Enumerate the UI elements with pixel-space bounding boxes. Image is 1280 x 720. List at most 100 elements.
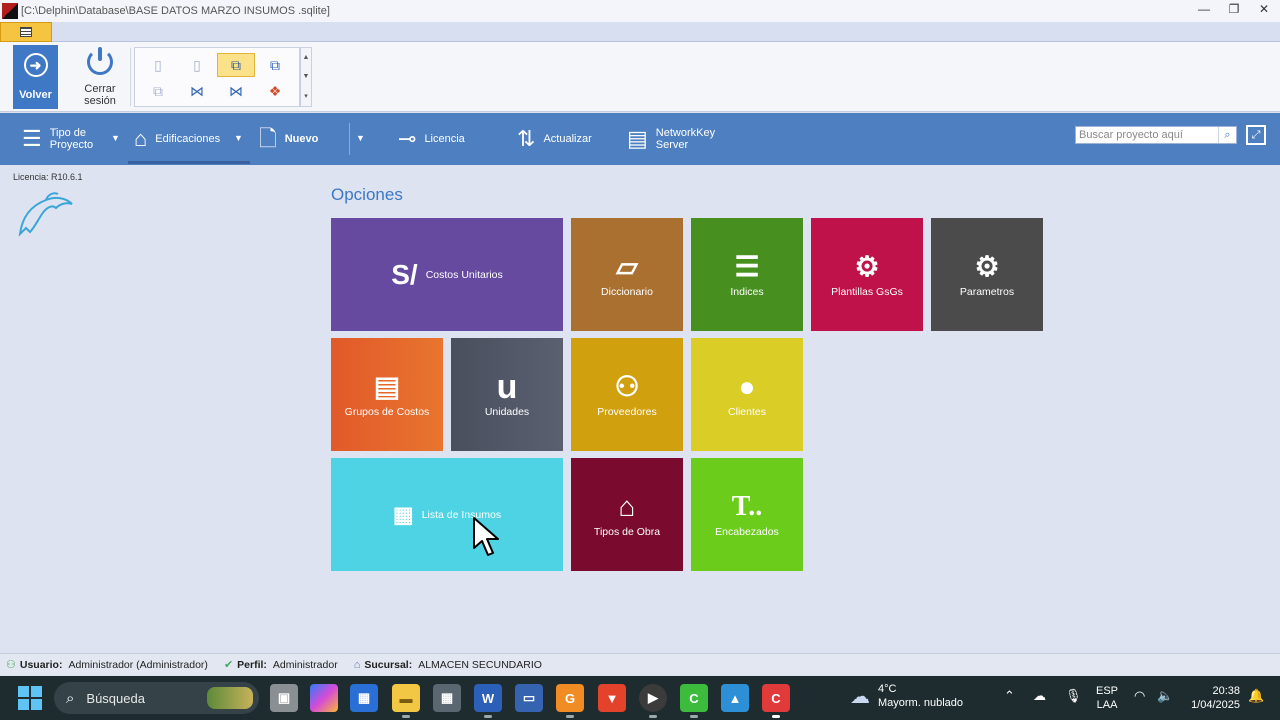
costos-unitarios-tile[interactable]: S/ Costos Unitarios bbox=[331, 218, 563, 331]
clock[interactable]: 20:38 1/04/2025 bbox=[1180, 684, 1240, 712]
tipos-obra-tile[interactable]: ⌂ Tipos de Obra bbox=[571, 458, 683, 571]
file-explorer-icon[interactable]: ▬ bbox=[392, 684, 420, 718]
expand-gallery-icon[interactable]: ▾ bbox=[304, 92, 308, 100]
document-icon: ☰ bbox=[734, 250, 760, 282]
cerrar-sesion-label: Cerrar sesión bbox=[84, 83, 116, 107]
keyboard-layout: LAA bbox=[1096, 699, 1118, 711]
diccionario-label: Diccionario bbox=[601, 285, 653, 298]
parametros-tile[interactable]: ⚙ Parametros bbox=[931, 218, 1043, 331]
media-player-icon[interactable]: ▶ bbox=[639, 684, 667, 718]
actualizar-button[interactable]: ⇅ Actualizar bbox=[517, 113, 592, 165]
visual-studio-style-icon[interactable]: ⋈ bbox=[217, 79, 255, 103]
chevron-up-icon[interactable]: ⌃ bbox=[1004, 688, 1015, 704]
indices-label: Indices bbox=[730, 285, 764, 298]
licencia-label: Licencia bbox=[424, 133, 465, 145]
weather-widget[interactable]: ☁ 4°C Mayorm. nublado bbox=[850, 682, 963, 710]
volver-button[interactable]: ➜ Volver bbox=[13, 45, 58, 109]
edificaciones-button[interactable]: ⌂ Edificaciones bbox=[134, 113, 220, 165]
scroll-up-icon[interactable]: ▲ bbox=[303, 54, 310, 61]
application-menu-button[interactable] bbox=[0, 22, 52, 42]
copilot-icon[interactable] bbox=[310, 684, 338, 712]
diccionario-tile[interactable]: ▱ Diccionario bbox=[571, 218, 683, 331]
clientes-tile[interactable]: ● Clientes bbox=[691, 338, 803, 451]
microphone-icon[interactable]: 🎙 bbox=[1065, 688, 1082, 704]
weather-temp: 4°C bbox=[878, 683, 897, 695]
expand-icon[interactable]: ⤢ bbox=[1246, 125, 1266, 145]
close-button[interactable]: ✕ bbox=[1256, 2, 1272, 16]
project-search-input[interactable] bbox=[1076, 127, 1218, 143]
key-icon: ⊸ bbox=[398, 126, 417, 151]
visual-studio-style-icon[interactable]: ⋈ bbox=[178, 79, 216, 103]
notification-bell-icon[interactable]: 🔔 bbox=[1248, 688, 1264, 704]
clock-date: 1/04/2025 bbox=[1191, 699, 1240, 711]
tipo-proyecto-button[interactable]: ☰ Tipo de Proyecto bbox=[22, 113, 93, 165]
main-toolbar: ☰ Tipo de Proyecto ▼ ⌂ Edificaciones ▼ 🗋… bbox=[0, 113, 1280, 165]
profile-check-icon: ✔ bbox=[223, 659, 234, 671]
office-style-icon[interactable]: ▯ bbox=[178, 53, 216, 77]
licencia-button[interactable]: ⊸ Licencia bbox=[398, 113, 465, 165]
template-settings-icon: ⚙ bbox=[854, 250, 880, 282]
style-icon[interactable]: ⧉ bbox=[139, 79, 177, 103]
perfil-key: Perfil: bbox=[237, 658, 267, 671]
clock-time: 20:38 bbox=[1212, 685, 1240, 697]
grupos-costos-tile[interactable]: ▤ Grupos de Costos bbox=[331, 338, 443, 451]
cerrar-sesion-button[interactable]: Cerrar sesión bbox=[72, 45, 128, 109]
scroll-down-icon[interactable]: ▼ bbox=[303, 73, 310, 80]
nuevo-dropdown[interactable]: ▼ bbox=[356, 133, 365, 143]
office-style-icon[interactable]: ▯ bbox=[139, 53, 177, 77]
gear-icon: ⚙ bbox=[974, 250, 1000, 282]
taskbar-search-placeholder: Búsqueda bbox=[86, 690, 145, 706]
indices-tile[interactable]: ☰ Indices bbox=[691, 218, 803, 331]
store-icon[interactable]: ▦ bbox=[350, 684, 378, 712]
minimize-button[interactable]: — bbox=[1196, 2, 1212, 16]
plantillas-tile[interactable]: ⚙ Plantillas GsGs bbox=[811, 218, 923, 331]
restore-button[interactable]: ❐ bbox=[1226, 2, 1242, 16]
clientes-label: Clientes bbox=[728, 405, 766, 418]
task-view-icon[interactable]: ▣ bbox=[270, 684, 298, 712]
networkkey-button[interactable]: ▤ NetworkKey Server bbox=[627, 113, 715, 165]
sucursal-status: ⌂ Sucursal: ALMACEN SECUNDARIO bbox=[354, 659, 542, 671]
quick-access-bar bbox=[0, 22, 1280, 42]
word-icon[interactable]: W bbox=[474, 684, 502, 718]
onedrive-icon[interactable]: ☁ bbox=[1033, 688, 1046, 704]
language-indicator[interactable]: ESP LAA bbox=[1096, 684, 1118, 712]
active-indicator bbox=[128, 161, 250, 164]
encabezados-label: Encabezados bbox=[715, 525, 779, 538]
windows-start-icon[interactable] bbox=[18, 686, 42, 710]
delphin-app-icon[interactable]: C bbox=[762, 684, 790, 718]
search-icon[interactable]: ⌕ bbox=[1218, 127, 1236, 143]
selected-style-icon[interactable]: ⧉ bbox=[217, 53, 255, 77]
soles-icon: S/ bbox=[391, 258, 418, 290]
edificaciones-dropdown[interactable]: ▼ bbox=[234, 133, 243, 143]
app-icon[interactable]: ▲ bbox=[721, 684, 749, 712]
building-icon: ⌂ bbox=[134, 126, 148, 151]
app-icon[interactable]: C bbox=[680, 684, 708, 718]
unidades-tile[interactable]: u Unidades bbox=[451, 338, 563, 451]
ribbon: ➜ Volver Cerrar sesión ▯ ▯ ⧉ ⧉ ⧉ ⋈ ⋈ ❖ ▲… bbox=[0, 42, 1280, 112]
style-icon[interactable]: ⧉ bbox=[256, 53, 294, 77]
brave-icon[interactable]: ▼ bbox=[598, 684, 626, 712]
volume-icon[interactable]: 🔈 bbox=[1157, 688, 1173, 704]
taskbar-search[interactable]: ⌕ Búsqueda bbox=[54, 682, 259, 714]
proveedores-label: Proveedores bbox=[597, 405, 657, 418]
lista-insumos-tile[interactable]: ▦ Lista de Insumos bbox=[331, 458, 563, 571]
calculator-icon[interactable]: ▦ bbox=[433, 684, 461, 712]
app-icon[interactable]: ▭ bbox=[515, 684, 543, 712]
proveedores-tile[interactable]: ⚇ Proveedores bbox=[571, 338, 683, 451]
mouse-pointer-icon bbox=[473, 517, 499, 556]
gallery-scroll[interactable]: ▲ ▼ ▾ bbox=[300, 47, 312, 107]
unit-icon: u bbox=[496, 367, 518, 406]
nuevo-label: Nuevo bbox=[284, 133, 319, 145]
wifi-icon[interactable]: ◠ bbox=[1134, 688, 1145, 704]
usuario-value: Administrador (Administrador) bbox=[68, 658, 208, 671]
usuario-status: ⚇ Usuario: Administrador (Administrador) bbox=[6, 658, 208, 672]
encabezados-tile[interactable]: T.. Encabezados bbox=[691, 458, 803, 571]
menu-icon bbox=[20, 27, 32, 37]
app-icon[interactable]: G bbox=[556, 684, 584, 718]
nuevo-button[interactable]: 🗋 Nuevo bbox=[259, 113, 318, 165]
tipo-proyecto-dropdown[interactable]: ▼ bbox=[111, 133, 120, 143]
windows-taskbar: ⌕ Búsqueda ▣ ▦ ▬ ▦ W ▭ G ▼ ▶ C ▲ C ☁ 4°C… bbox=[0, 676, 1280, 720]
windows-style-icon[interactable]: ❖ bbox=[256, 79, 294, 103]
cloud-moon-icon: ☁ bbox=[850, 685, 870, 708]
unidades-label: Unidades bbox=[484, 405, 530, 418]
